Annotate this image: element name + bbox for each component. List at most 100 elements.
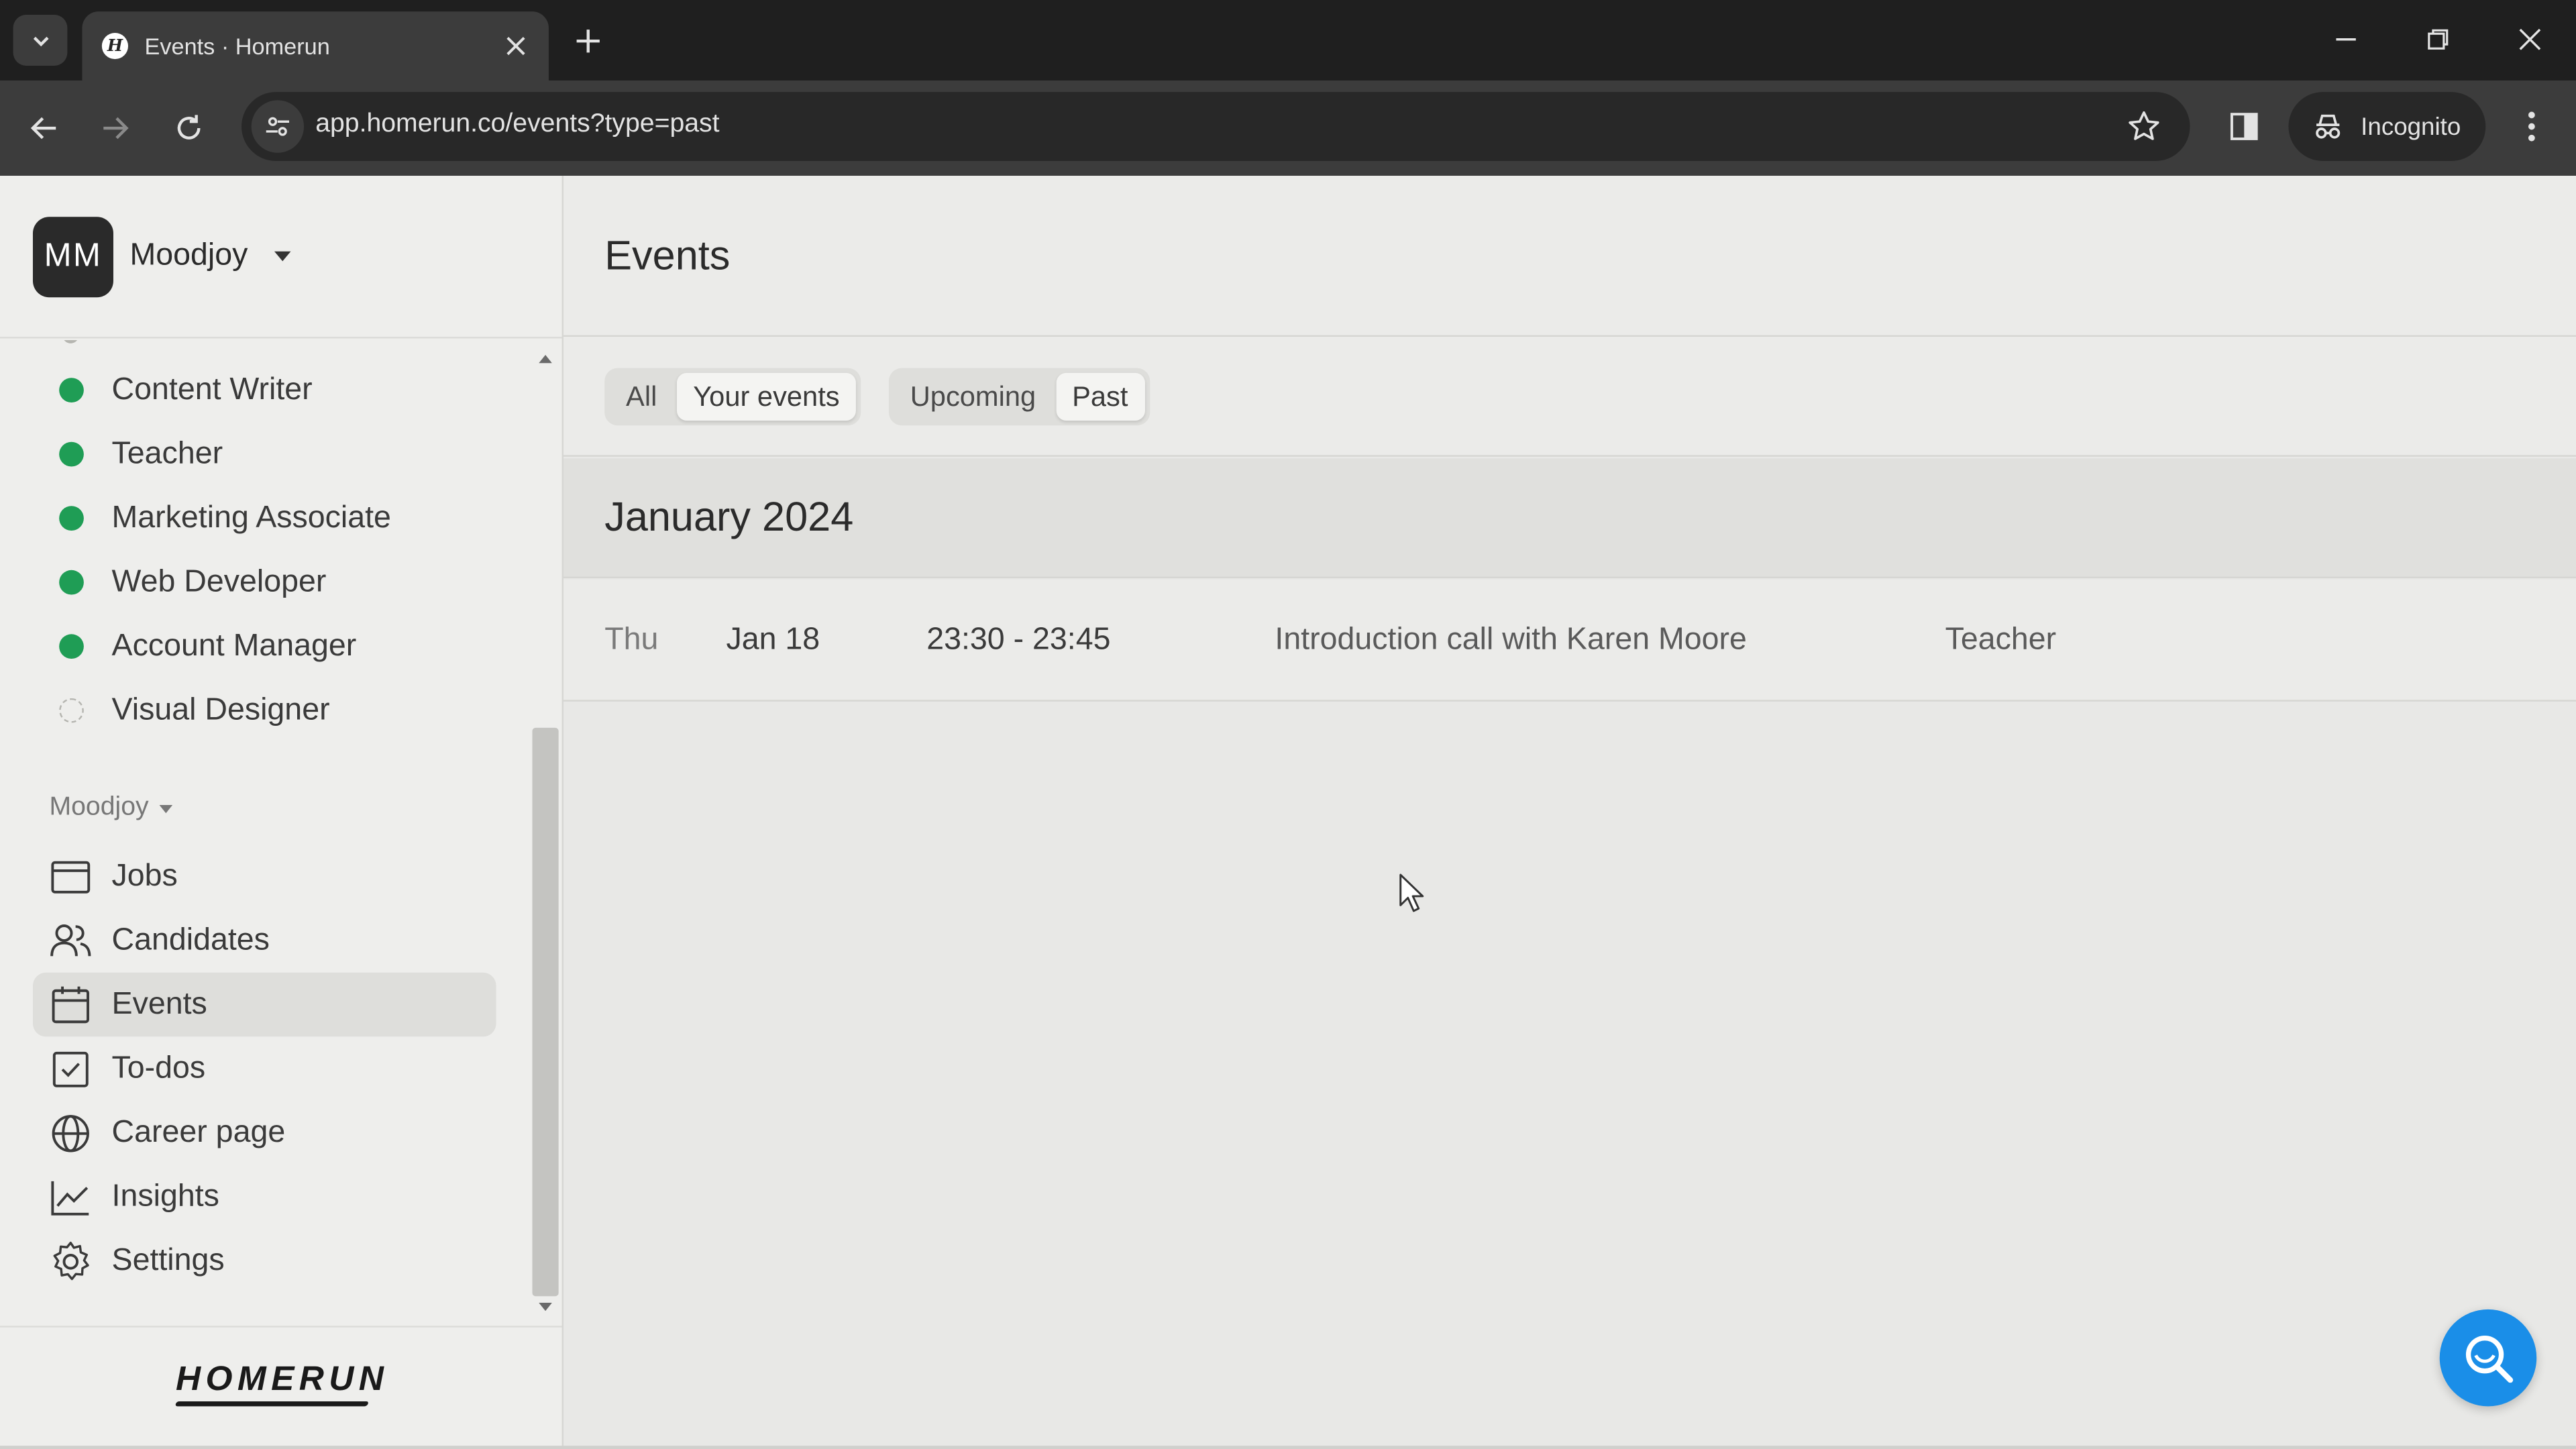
month-title: January 2024: [604, 494, 854, 541]
scroll-up-arrow-icon[interactable]: [535, 350, 555, 366]
event-job: Teacher: [1945, 623, 2057, 657]
reload-button[interactable]: [166, 105, 212, 152]
back-button[interactable]: [21, 105, 68, 152]
globe-icon: [52, 1115, 89, 1152]
bottom-divider: [0, 1446, 2576, 1449]
scope-filter-toggle: All Your events: [604, 368, 861, 426]
sidebar-scroll-area[interactable]: Content Writer Teacher Marketing Associa…: [0, 339, 529, 1326]
sidebar-job-content-writer[interactable]: Content Writer: [33, 358, 496, 423]
sidebar-item-jobs[interactable]: Jobs: [33, 845, 496, 909]
nav-label: Candidates: [111, 922, 270, 957]
sidebar-item-events[interactable]: Events: [32, 972, 496, 1037]
gear-icon: [53, 1241, 89, 1281]
sidebar-job-account-manager[interactable]: Account Manager: [33, 614, 496, 679]
page-header: Events: [564, 176, 2576, 337]
nav-section-toggle[interactable]: Moodjoy: [49, 794, 174, 823]
cut-off-job-dot: [62, 339, 79, 343]
job-label: Content Writer: [111, 372, 313, 407]
draft-status-dot: [59, 698, 84, 723]
caret-down-icon: [160, 805, 174, 814]
sidebar-scrollbar[interactable]: [529, 340, 562, 1326]
tab-title: Events · Homerun: [144, 32, 330, 60]
time-filter-toggle: Upcoming Past: [888, 368, 1150, 426]
reload-icon: [177, 115, 201, 140]
published-status-dot: [59, 570, 84, 595]
event-day: Thu: [604, 623, 659, 657]
nav-label: To-dos: [111, 1051, 206, 1085]
search-fab-button[interactable]: [2439, 1309, 2537, 1407]
event-row[interactable]: Thu Jan 18 23:30 - 23:45 Introduction ca…: [564, 580, 2576, 702]
mouse-cursor-icon: [1399, 873, 1424, 912]
nav-label: Career page: [111, 1114, 286, 1150]
plus-icon: [576, 30, 600, 53]
sidebar-job-marketing-associate[interactable]: Marketing Associate: [33, 486, 496, 551]
scrollbar-thumb[interactable]: [532, 727, 559, 1297]
published-status-dot: [59, 441, 84, 467]
published-status-dot: [59, 506, 84, 531]
url-text[interactable]: app.homerun.co/events?type=past: [315, 110, 719, 140]
address-bar[interactable]: app.homerun.co/events?type=past: [241, 92, 2190, 162]
star-icon: [2129, 111, 2159, 140]
close-icon: [2519, 28, 2541, 50]
sidebar-item-candidates[interactable]: Candidates: [33, 908, 496, 973]
published-status-dot: [59, 378, 84, 403]
job-label: Marketing Associate: [111, 500, 391, 535]
sidebar-item-settings[interactable]: Settings: [33, 1229, 496, 1293]
new-tab-button[interactable]: [568, 21, 608, 61]
sidebar-item-to-dos[interactable]: To-dos: [33, 1036, 496, 1101]
filter-all-button[interactable]: All: [610, 373, 674, 421]
workspace-name: Moodjoy: [129, 238, 248, 273]
minimize-button[interactable]: [2326, 19, 2366, 59]
app-viewport: H Events · Homerun app.homerun.co/events…: [0, 0, 2576, 1449]
chevron-down-icon: [32, 36, 48, 46]
restore-icon: [2428, 29, 2449, 50]
site-info-button[interactable]: [251, 100, 305, 153]
filter-bar: All Your events Upcoming Past: [564, 337, 2576, 457]
workspace-avatar: MM: [32, 217, 113, 298]
event-date: Jan 18: [726, 623, 820, 657]
caret-down-icon: [274, 251, 291, 262]
tune-icon: [266, 117, 290, 136]
nav-section-label: Moodjoy: [49, 793, 149, 822]
main-content: Events All Your events Upcoming Past Jan…: [564, 176, 2576, 1449]
browser-menu-button[interactable]: [2510, 105, 2553, 148]
job-label: Visual Designer: [111, 692, 330, 727]
incognito-indicator[interactable]: Incognito: [2288, 92, 2486, 162]
tab-search-button[interactable]: [13, 15, 68, 66]
sidebar-item-career-page[interactable]: Career page: [33, 1101, 496, 1165]
side-panel-icon: [2230, 113, 2258, 140]
incognito-icon: [2316, 114, 2341, 139]
page-title: Events: [604, 233, 731, 280]
filter-upcoming-button[interactable]: Upcoming: [894, 373, 1052, 421]
sidebar-job-visual-designer[interactable]: Visual Designer: [33, 678, 496, 743]
sidebar-item-insights[interactable]: Insights: [33, 1165, 496, 1229]
users-icon: [50, 924, 91, 957]
more-vertical-icon: [2528, 111, 2535, 142]
restore-button[interactable]: [2418, 19, 2458, 59]
month-group-header: January 2024: [564, 458, 2576, 579]
filter-past-button[interactable]: Past: [1055, 372, 1144, 421]
close-icon: [506, 36, 525, 56]
browser-tab-active[interactable]: H Events · Homerun: [82, 11, 549, 81]
side-panel-button[interactable]: [2222, 105, 2265, 148]
search-icon: [2465, 1334, 2512, 1383]
browser-toolbar: app.homerun.co/events?type=past Incognit…: [0, 80, 2576, 176]
tab-close-button[interactable]: [499, 30, 532, 62]
sidebar-job-web-developer[interactable]: Web Developer: [33, 550, 496, 614]
homerun-logo: HOMERUN: [176, 1360, 389, 1399]
chart-icon: [51, 1181, 89, 1216]
nav-label: Insights: [111, 1179, 219, 1214]
bookmark-star-button[interactable]: [2125, 107, 2164, 146]
filter-your-events-button[interactable]: Your events: [676, 372, 857, 421]
workspace-switcher[interactable]: MM Moodjoy: [0, 176, 562, 339]
scroll-down-arrow-icon[interactable]: [535, 1299, 555, 1316]
incognito-label: Incognito: [2361, 112, 2461, 141]
calendar-icon: [52, 986, 89, 1024]
sidebar-footer: HOMERUN: [0, 1326, 562, 1449]
forward-button[interactable]: [92, 105, 138, 152]
window-close-button[interactable]: [2510, 19, 2550, 59]
logo-underline: [174, 1401, 369, 1407]
nav-label: Events: [111, 986, 207, 1022]
event-title: Introduction call with Karen Moore: [1275, 623, 1747, 657]
sidebar-job-teacher[interactable]: Teacher: [33, 422, 496, 486]
